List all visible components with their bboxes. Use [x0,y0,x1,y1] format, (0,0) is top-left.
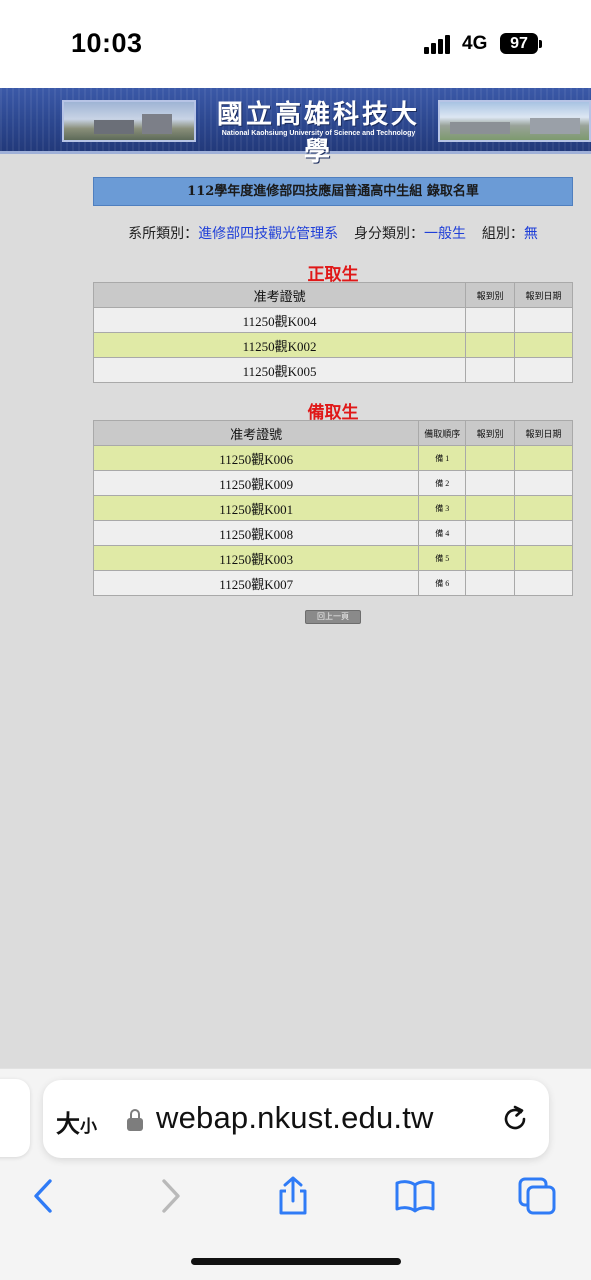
signal-icon [424,34,454,54]
text-size-button[interactable]: 大小 [56,1104,97,1139]
table-row: 11250觀K005 [92,357,573,383]
exam-id-cell: 11250觀K009 [92,470,420,496]
reload-icon[interactable] [500,1104,530,1134]
table-row: 11250觀K004 [92,307,573,333]
forward-arrow-icon[interactable] [150,1175,192,1217]
group-label: 組別： [481,225,524,241]
text-size-small: 小 [80,1117,97,1136]
identity-label: 身分類別： [354,225,424,241]
report-date-cell [514,545,573,571]
column-header-report-type: 報到別 [465,420,516,446]
table-row: 11250觀K002 [92,332,573,358]
table-row: 11250觀K003 備 5 [92,545,573,571]
table-row: 11250觀K006 備 1 [92,445,573,471]
table-row: 11250觀K001 備 3 [92,495,573,521]
column-header-report-date: 報到日期 [514,420,573,446]
report-date-cell [514,357,573,383]
report-type-cell [465,495,516,521]
status-time: 10:03 [71,28,143,58]
report-date-cell [514,332,573,358]
exam-id-cell: 11250觀K006 [92,445,420,471]
table-row: 11250觀K008 備 4 [92,520,573,546]
report-date-cell [514,445,573,471]
filter-summary: 系所類別：進修部四技觀光管理系 身分類別：一般生 組別：無 [93,223,573,243]
text-size-large: 大 [56,1111,80,1138]
battery-icon: 97 [500,33,538,54]
address-bar[interactable]: 大小 webap.nkust.edu.tw [43,1080,549,1158]
waitlist-table: 准考證號 備取順序 報到別 報到日期 11250觀K006 備 1 11250觀… [92,420,573,596]
column-header-report-date: 報到日期 [514,282,573,308]
home-indicator [191,1258,401,1265]
bookmarks-icon[interactable] [394,1175,436,1217]
column-header-waitlist-order: 備取順序 [418,420,467,446]
column-header-exam-id: 准考證號 [92,420,420,446]
battery-tip [539,40,542,48]
campus-photo-right [438,100,591,142]
report-date-cell [514,470,573,496]
column-header-report-type: 報到別 [465,282,516,308]
dept-label: 系所類別： [128,225,199,241]
lock-icon [127,1109,143,1131]
waitlist-order-cell: 備 3 [418,495,467,521]
report-date-cell [514,495,573,521]
exam-id-cell: 11250觀K005 [92,357,467,383]
report-type-cell [465,545,516,571]
campus-photo-left [62,100,196,142]
admitted-table: 准考證號 報到別 報到日期 11250觀K004 11250觀K002 1125… [92,282,573,383]
report-type-cell [465,470,516,496]
network-type: 4G [462,33,488,54]
waitlist-order-cell: 備 5 [418,545,467,571]
report-type-cell [465,332,516,358]
university-name-english: National Kaohsiung University of Science… [221,130,416,137]
exam-id-cell: 11250觀K004 [92,307,467,333]
web-page: 國立高雄科技大學 National Kaohsiung University o… [0,88,591,1068]
back-page-button[interactable]: 回上一頁 [305,610,361,624]
waitlist-order-cell: 備 4 [418,520,467,546]
university-banner: 國立高雄科技大學 National Kaohsiung University o… [0,88,591,167]
report-type-cell [465,307,516,333]
tabs-icon[interactable] [516,1175,558,1217]
report-type-cell [465,357,516,383]
page-title: 112學年度進修部四技應屆普通高中生組 錄取名單 [93,177,573,206]
exam-id-cell: 11250觀K002 [92,332,467,358]
browser-chrome: 大小 webap.nkust.edu.tw [0,1068,591,1280]
back-arrow-icon[interactable] [22,1175,64,1217]
exam-id-cell: 11250觀K008 [92,520,420,546]
table-row: 11250觀K009 備 2 [92,470,573,496]
report-type-cell [465,445,516,471]
report-type-cell [465,520,516,546]
report-date-cell [514,307,573,333]
waitlist-order-cell: 備 2 [418,470,467,496]
exam-id-cell: 11250觀K001 [92,495,420,521]
report-date-cell [514,520,573,546]
column-header-exam-id: 准考證號 [92,282,467,308]
exam-id-cell: 11250觀K007 [92,570,420,596]
url-text[interactable]: webap.nkust.edu.tw [156,1100,434,1136]
identity-value: 一般生 [424,225,466,241]
dept-value: 進修部四技觀光管理系 [198,225,339,241]
waitlist-order-cell: 備 6 [418,570,467,596]
status-bar: 10:03 4G 97 [0,0,591,88]
previous-tab-card[interactable] [0,1079,30,1157]
report-type-cell [465,570,516,596]
group-value: 無 [523,225,538,241]
table-row: 11250觀K007 備 6 [92,570,573,596]
report-date-cell [514,570,573,596]
share-icon[interactable] [272,1175,314,1217]
exam-id-cell: 11250觀K003 [92,545,420,571]
waitlist-order-cell: 備 1 [418,445,467,471]
